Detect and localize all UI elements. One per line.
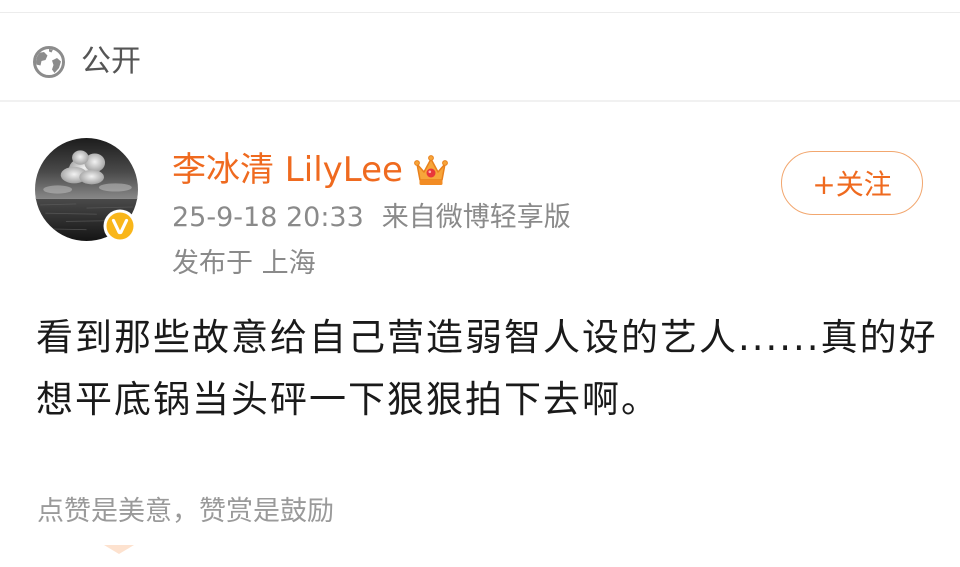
reward-pointer [104, 545, 134, 554]
post-text-line: 想平底锅当头砰一下狠狠拍下去啊。 [36, 378, 660, 421]
verified-badge-icon [103, 209, 137, 243]
crown-icon [411, 150, 451, 190]
visibility-indicator: 公开 [32, 40, 141, 84]
post-body: 看到那些故意给自己营造弱智人设的艺人......真的好 想平底锅当头砰一下狠狠拍… [36, 307, 938, 431]
reward-hint: 点赞是美意，赞赏是鼓励 [37, 496, 334, 527]
author-name[interactable]: 李冰清 LilyLee [172, 146, 403, 194]
post-text-line: 看到那些故意给自己营造弱智人设的艺人......真的好 [36, 316, 938, 359]
visibility-label: 公开 [81, 44, 141, 79]
top-divider [0, 12, 960, 13]
follow-button[interactable]: +关注 [781, 151, 923, 215]
post-location: 发布于 上海 [172, 248, 316, 279]
post-timestamp[interactable]: 25-9-18 20:33 [172, 202, 364, 233]
author-name-row: 李冰清 LilyLee [172, 146, 451, 194]
post-source: 来自微博轻享版 [381, 202, 571, 233]
post-meta: 25-9-18 20:33 来自微博轻享版 [172, 199, 571, 237]
header-divider [0, 100, 960, 102]
globe-icon [32, 45, 66, 79]
